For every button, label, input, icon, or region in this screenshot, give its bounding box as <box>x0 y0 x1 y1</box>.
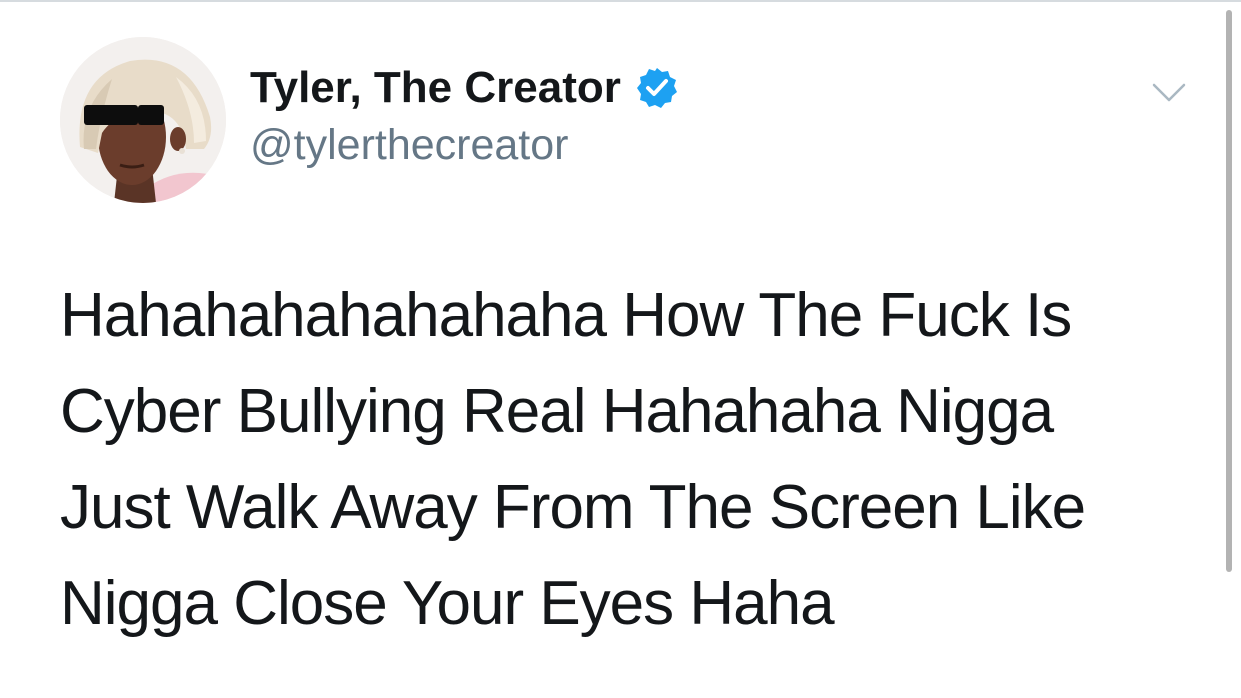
tweet-text-line: Cyber Bullying Real Hahahaha Nigga <box>60 377 1054 446</box>
author-handle[interactable]: @tylerthecreator <box>250 118 569 172</box>
author-display-name[interactable]: Tyler, The Creator <box>250 60 621 116</box>
avatar[interactable] <box>60 37 226 203</box>
avatar-image <box>60 37 226 203</box>
verified-badge-icon <box>635 66 679 110</box>
scrollbar[interactable] <box>1226 10 1232 572</box>
author-name[interactable]: Tyler, The Creator <box>250 60 679 116</box>
top-divider <box>0 0 1241 2</box>
tweet-page: Tyler, The Creator @tylerthecreator Haha… <box>0 0 1241 698</box>
tweet-text-line: Hahahahahahahaha How The Fuck Is <box>60 281 1072 350</box>
chevron-down-icon[interactable] <box>1152 82 1186 104</box>
tweet-text-line: Just Walk Away From The Screen Like <box>60 473 1086 542</box>
tweet-text-line: Nigga Close Your Eyes Haha <box>60 569 835 638</box>
tweet-text: Hahahahahahahaha How The Fuck Is Cyber B… <box>60 268 1210 652</box>
